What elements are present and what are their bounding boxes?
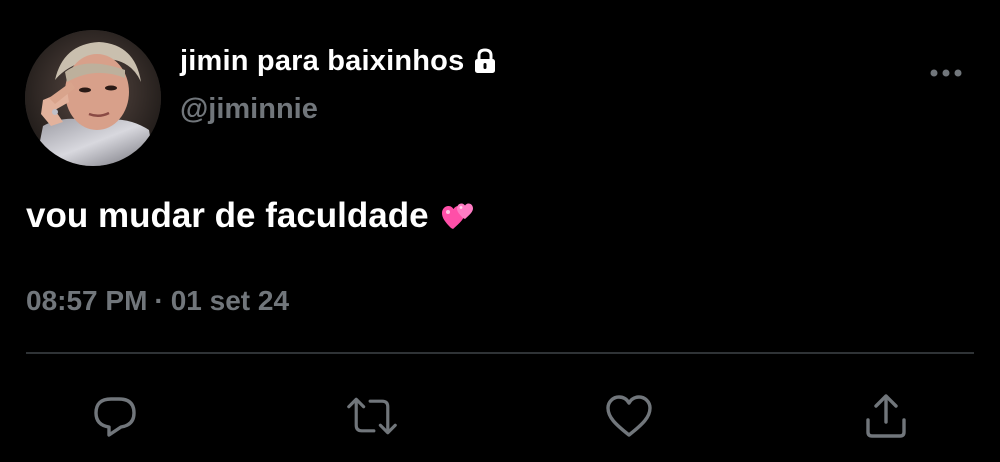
- reply-button[interactable]: [89, 390, 141, 442]
- reply-icon: [94, 397, 136, 437]
- retweet-button[interactable]: [346, 390, 398, 442]
- tweet-date: 01 set 24: [170, 285, 290, 316]
- action-bar-divider: [26, 352, 974, 354]
- share-icon: [866, 394, 906, 438]
- display-name[interactable]: jimin para baixinhos: [180, 45, 464, 78]
- avatar[interactable]: [25, 30, 161, 166]
- share-button[interactable]: [860, 390, 912, 442]
- lock-icon: [472, 47, 498, 75]
- more-icon: [930, 69, 962, 77]
- like-button[interactable]: [603, 390, 655, 442]
- tweet-text-content: vou mudar de faculdade: [26, 196, 429, 235]
- user-handle[interactable]: @jiminnie: [180, 93, 318, 126]
- display-name-row: jimin para baixinhos: [180, 42, 498, 80]
- tweet-time: 08:57 PM: [26, 285, 148, 316]
- heart-icon: [606, 395, 652, 437]
- two-hearts-emoji-icon: [441, 200, 475, 232]
- tweet-timestamp[interactable]: 08:57 PM · 01 set 24: [26, 285, 289, 317]
- more-options-button[interactable]: [925, 55, 967, 91]
- avatar-image: [25, 30, 161, 166]
- timestamp-separator: ·: [154, 285, 164, 316]
- retweet-icon: [347, 397, 397, 435]
- tweet-text: vou mudar de faculdade: [26, 196, 475, 236]
- tweet-detail: jimin para baixinhos @jiminnie vou mudar…: [0, 0, 1000, 462]
